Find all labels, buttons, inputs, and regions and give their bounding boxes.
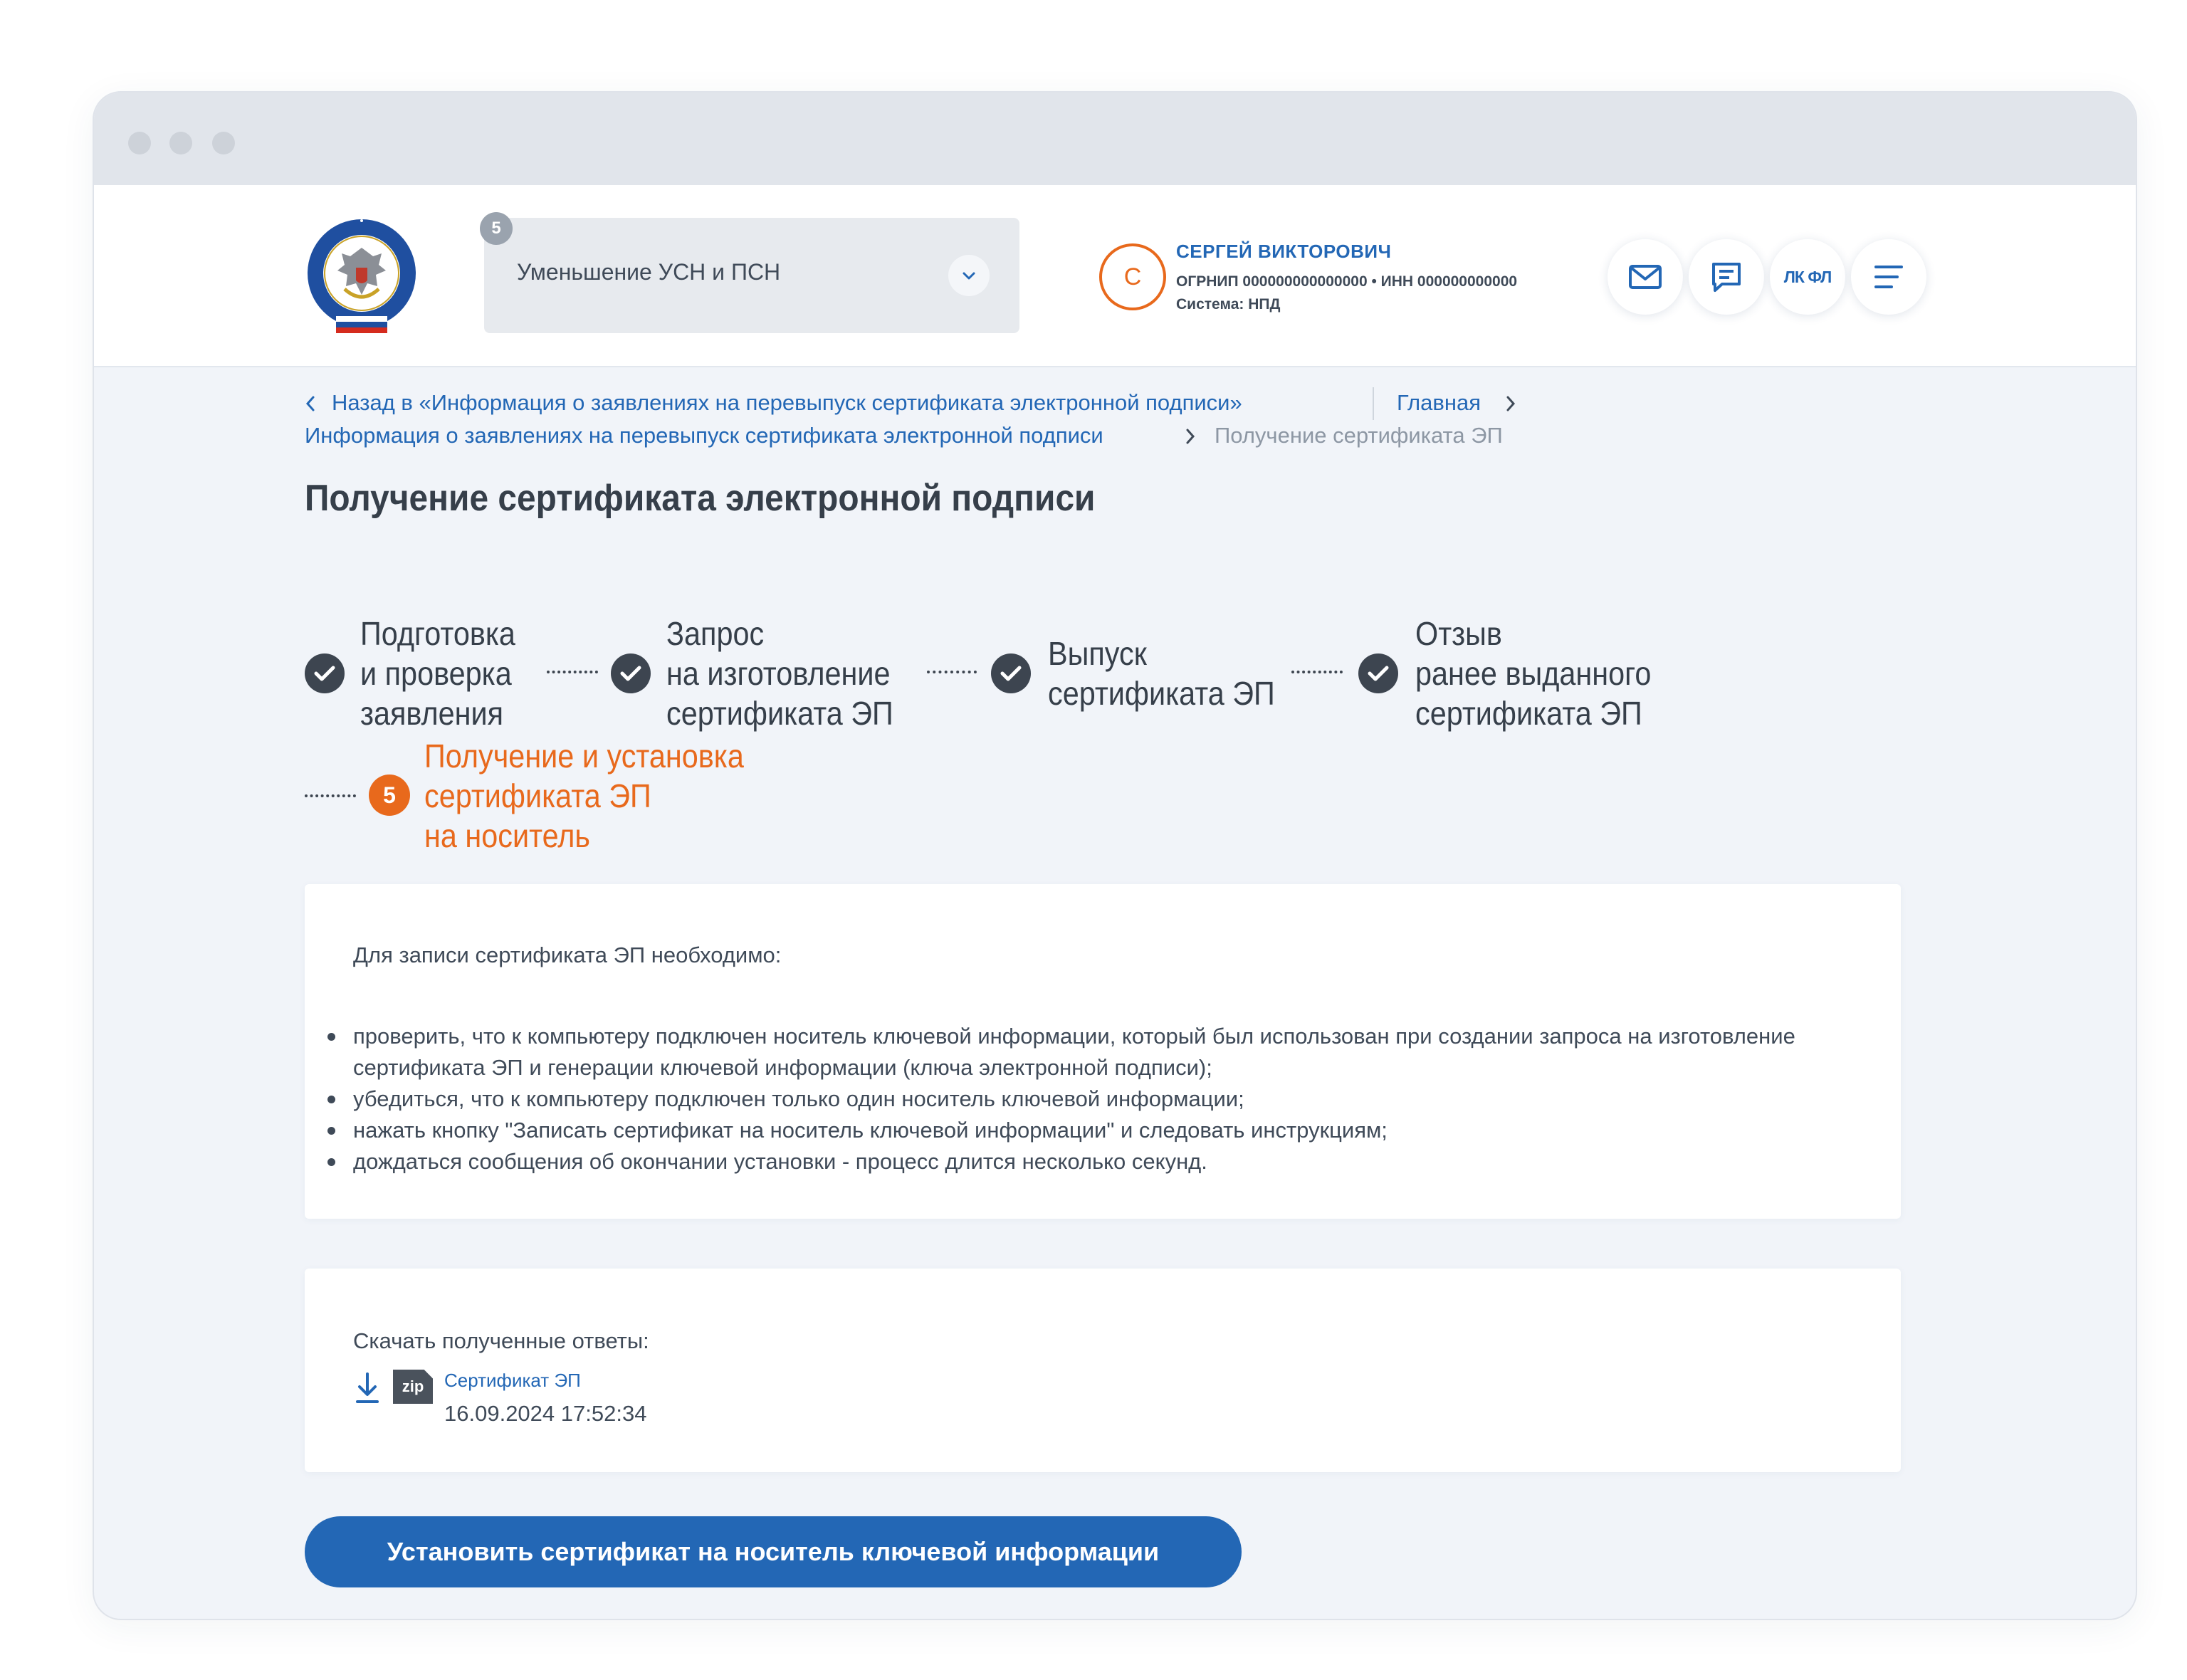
user-avatar[interactable]: С: [1099, 243, 1166, 310]
step-connector: [305, 794, 356, 797]
step-3-label: Выпуск сертификата ЭП: [1048, 635, 1275, 712]
download-icon[interactable]: [353, 1371, 382, 1405]
back-link[interactable]: Назад в «Информация о заявлениях на пере…: [332, 390, 1242, 416]
hamburger-menu-icon: [1874, 266, 1903, 288]
file-date: 16.09.2024 17:52:34: [444, 1401, 647, 1426]
chat-icon: [1712, 263, 1741, 292]
step-1-label: Подготовка и проверка заявления: [360, 615, 515, 732]
step-3-check-icon: [991, 653, 1031, 693]
user-tax-system: Система: НПД: [1176, 296, 1281, 313]
mail-icon: [1629, 265, 1662, 289]
chevron-down-icon[interactable]: [948, 255, 990, 296]
step-2-label: Запрос на изготовление сертификата ЭП: [666, 615, 893, 732]
chevron-right-icon: [1506, 396, 1516, 411]
chat-button[interactable]: [1689, 239, 1764, 315]
breadcrumb-divider: [1373, 387, 1374, 420]
window-titlebar: [94, 93, 2136, 185]
user-ogrnip-inn: ОГРНИП 000000000000000 • ИНН 00000000000…: [1176, 273, 1518, 290]
downloads-title: Скачать полученные ответы:: [353, 1328, 649, 1353]
fns-logo[interactable]: [305, 218, 419, 335]
site-header: 5 Уменьшение УСН и ПСН С СЕРГЕЙ ВИКТОРОВ…: [94, 185, 2136, 367]
breadcrumb-parent[interactable]: Информация о заявлениях на перевыпуск се…: [305, 423, 1103, 448]
instructions-intro: Для записи сертификата ЭП необходимо:: [353, 943, 782, 967]
file-download-link[interactable]: Сертификат ЭП: [444, 1370, 581, 1392]
zip-file-icon: zip: [393, 1370, 433, 1404]
service-select-value: Уменьшение УСН и ПСН: [517, 259, 781, 285]
menu-button[interactable]: [1851, 239, 1926, 315]
chevron-left-icon: [305, 396, 315, 411]
step-5-label: Получение и установка сертификата ЭП на но…: [424, 737, 744, 854]
step-2-check-icon: [611, 653, 651, 693]
browser-window: 5 Уменьшение УСН и ПСН С СЕРГЕЙ ВИКТОРОВ…: [93, 91, 2137, 1620]
messages-button[interactable]: [1608, 239, 1683, 315]
window-dot-minimize[interactable]: [169, 132, 192, 154]
step-connector: [1291, 671, 1343, 673]
lk-fl-label: ЛК ФЛ: [1783, 268, 1832, 286]
user-name[interactable]: СЕРГЕЙ ВИКТОРОВИЧ: [1176, 241, 1391, 263]
step-5-number: 5: [369, 775, 410, 816]
list-item: нажать кнопку "Записать сертификат на но…: [327, 1115, 1848, 1146]
step-4-check-icon: [1358, 653, 1398, 693]
downloads-card: Скачать полученные ответы: zip Сертифика…: [305, 1269, 1901, 1472]
lk-fl-button[interactable]: ЛК ФЛ: [1770, 239, 1845, 315]
instructions-list: проверить, что к компьютеру подключен но…: [327, 1021, 1848, 1177]
list-item: дождаться сообщения об окончании установ…: [327, 1146, 1848, 1177]
step-connector: [927, 671, 977, 673]
chevron-right-icon: [1186, 429, 1195, 444]
instructions-card: Для записи сертификата ЭП необходимо: пр…: [305, 884, 1901, 1219]
window-dot-close[interactable]: [128, 132, 151, 154]
step-connector: [547, 671, 598, 673]
step-1-check-icon: [305, 653, 345, 693]
step-4-label: Отзыв ранее выданного сертификата ЭП: [1415, 615, 1652, 732]
list-item: убедиться, что к компьютеру подключен то…: [327, 1083, 1848, 1115]
breadcrumb-current: Получение сертификата ЭП: [1215, 423, 1503, 448]
page-title: Получение сертификата электронной подпис…: [305, 478, 1096, 519]
window-dot-maximize[interactable]: [212, 132, 235, 154]
service-select[interactable]: 5 Уменьшение УСН и ПСН: [480, 212, 1019, 333]
install-certificate-button[interactable]: Установить сертификат на носитель ключев…: [305, 1516, 1242, 1587]
list-item: проверить, что к компьютеру подключен но…: [327, 1021, 1848, 1083]
service-count-badge: 5: [480, 212, 513, 245]
breadcrumb-home[interactable]: Главная: [1397, 390, 1481, 416]
